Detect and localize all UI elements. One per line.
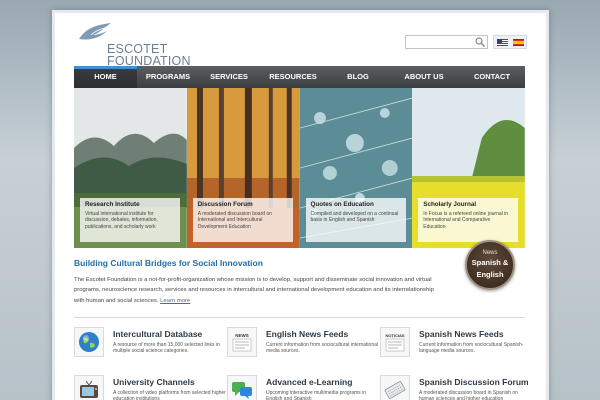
nav-services[interactable]: SERVICES (199, 66, 259, 88)
logo-text: ESCOTET FOUNDATION (107, 43, 191, 68)
intro-text: The Escotet Foundation is a not-for-prof… (74, 277, 434, 304)
hero-card-text: A moderated discussion board on Internat… (197, 211, 272, 230)
feature-spanish-news-feeds[interactable]: NOTICIAS Spanish News Feeds Current info… (380, 327, 530, 367)
feature-text: A resource of more than 15,000 selected … (113, 342, 220, 355)
logo[interactable]: ESCOTET FOUNDATION (77, 21, 191, 67)
feature-text: Current information from sociocultural i… (266, 342, 378, 355)
noticias-icon: NOTICIAS (380, 327, 410, 357)
badge-line-2: English (476, 269, 504, 279)
feature-title[interactable]: Advanced e-Learning (266, 377, 352, 387)
feature-title[interactable]: Intercultural Database (113, 329, 202, 339)
feature-title[interactable]: University Channels (113, 377, 195, 387)
feature-university-channels[interactable]: University Channels A collection of vide… (74, 375, 226, 400)
globe-icon (74, 327, 104, 357)
us-flag-icon[interactable] (496, 38, 508, 46)
hero-card-text: Compiled and developed on a continual ba… (310, 211, 399, 224)
hero-card-title[interactable]: Discussion Forum (198, 201, 288, 208)
feature-title[interactable]: English News Feeds (266, 329, 348, 339)
main-nav: HOME PROGRAMS SERVICES RESOURCES BLOG AB… (74, 66, 525, 88)
search-input[interactable] (406, 36, 474, 48)
feature-text: A collection of video platforms from sel… (113, 390, 226, 400)
feature-english-news-feeds[interactable]: NEWS English News Feeds Current informat… (227, 327, 378, 367)
hero-panel-journal[interactable]: Scholarly Journal In Focus is a refereed… (412, 88, 525, 248)
hero-card-title[interactable]: Research Institute (85, 201, 175, 208)
feature-spanish-discussion-forum[interactable]: Spanish Discussion Forum A moderated dis… (380, 375, 530, 400)
tv-icon (74, 375, 104, 400)
feature-text: Upcoming interactive multimedia programs… (266, 390, 367, 400)
feature-title[interactable]: Spanish Discussion Forum (419, 377, 529, 387)
tagline: Building Cultural Bridges for Social Inn… (74, 258, 263, 268)
language-switcher (493, 35, 527, 49)
nav-programs[interactable]: PROGRAMS (137, 66, 199, 88)
badge-label: News (482, 250, 498, 256)
feature-text: Current information from sociocultural S… (419, 342, 524, 355)
feature-text: A moderated discussion board in Spanish … (419, 390, 518, 400)
nav-about-us[interactable]: ABOUT US (389, 66, 459, 88)
hero-card: Discussion Forum A moderated discussion … (192, 198, 293, 242)
news-badge[interactable]: News Spanish & English (465, 240, 515, 290)
nav-resources[interactable]: RESOURCES (259, 66, 327, 88)
hero-card-title[interactable]: Scholarly Journal (423, 201, 513, 208)
keyboard-icon (380, 375, 410, 400)
intro-paragraph: The Escotet Foundation is a not-for-prof… (74, 275, 434, 306)
hero-panels: Research Institute Virtual international… (74, 88, 525, 248)
search-icon[interactable] (474, 36, 486, 48)
search-box[interactable] (405, 35, 488, 49)
hero-card: Research Institute Virtual international… (80, 198, 180, 242)
hero-panel-research[interactable]: Research Institute Virtual international… (74, 88, 187, 248)
hero-card: Quotes on Education Compiled and develop… (305, 198, 406, 242)
learn-more-link[interactable]: Learn more (160, 298, 190, 304)
hero-panel-forum[interactable]: Discussion Forum A moderated discussion … (186, 88, 300, 248)
spain-flag-icon[interactable] (512, 38, 524, 46)
hero-card-title[interactable]: Quotes on Education (311, 201, 401, 208)
news-icon: NEWS (227, 327, 257, 357)
page-container: ESCOTET FOUNDATION HOME PROGRAMS SERVICE… (52, 10, 549, 400)
nav-home[interactable]: HOME (74, 66, 137, 88)
nav-blog[interactable]: BLOG (327, 66, 389, 88)
nav-contact[interactable]: CONTACT (459, 66, 525, 88)
hero-card-text: Virtual international institute for disc… (85, 211, 158, 230)
badge-line-1: Spanish & (471, 258, 509, 267)
hero-card-text: In Focus is a refereed online journal in… (423, 211, 509, 230)
feature-advanced-elearning[interactable]: Advanced e-Learning Upcoming interactive… (227, 375, 377, 400)
divider (74, 317, 525, 318)
feature-title[interactable]: Spanish News Feeds (419, 329, 504, 339)
feature-intercultural-database[interactable]: Intercultural Database A resource of mor… (74, 327, 224, 367)
hero-panel-quotes[interactable]: Quotes on Education Compiled and develop… (299, 88, 413, 248)
hero-card: Scholarly Journal In Focus is a refereed… (418, 198, 519, 242)
chat-icon (227, 375, 257, 400)
